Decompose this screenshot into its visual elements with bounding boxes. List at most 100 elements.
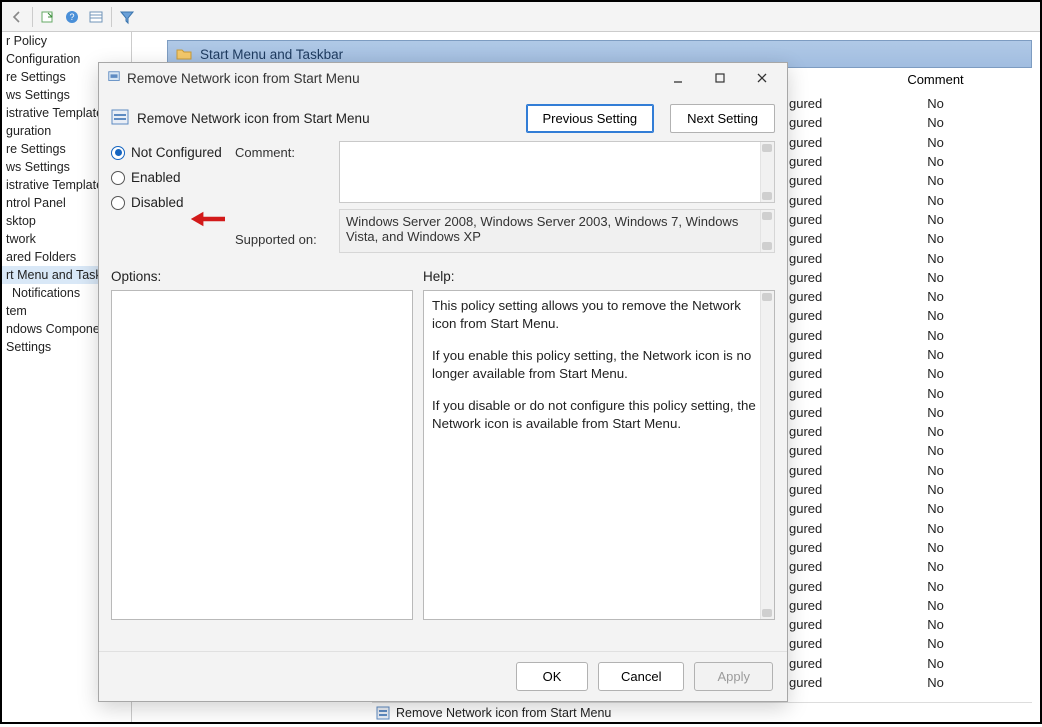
- help-paragraph: If you enable this policy setting, the N…: [432, 347, 756, 383]
- table-row[interactable]: guredNo: [787, 615, 1032, 634]
- cell-state: gured: [787, 521, 839, 536]
- cell-comment: No: [839, 173, 1032, 188]
- toolbar-help-icon[interactable]: ?: [63, 8, 81, 26]
- cell-comment: No: [839, 443, 1032, 458]
- ok-button[interactable]: OK: [516, 662, 588, 691]
- cell-comment: No: [839, 540, 1032, 555]
- list-rows[interactable]: guredNoguredNoguredNoguredNoguredNogured…: [787, 94, 1032, 698]
- table-row[interactable]: guredNo: [787, 576, 1032, 595]
- table-row[interactable]: guredNo: [787, 248, 1032, 267]
- cell-state: gured: [787, 579, 839, 594]
- table-row[interactable]: guredNo: [787, 596, 1032, 615]
- cell-state: gured: [787, 501, 839, 516]
- cell-state: gured: [787, 463, 839, 478]
- dialog-app-icon: [107, 70, 121, 87]
- cell-comment: No: [839, 308, 1032, 323]
- cell-comment: No: [839, 559, 1032, 574]
- cell-comment: No: [839, 405, 1032, 420]
- table-row[interactable]: guredNo: [787, 654, 1032, 673]
- help-pane[interactable]: This policy setting allows you to remove…: [423, 290, 775, 620]
- next-setting-button[interactable]: Next Setting: [670, 104, 775, 133]
- cell-state: gured: [787, 154, 839, 169]
- tree-item[interactable]: r Policy: [2, 32, 131, 50]
- cell-state: gured: [787, 386, 839, 401]
- table-row[interactable]: guredNo: [787, 229, 1032, 248]
- options-pane[interactable]: [111, 290, 413, 620]
- apply-button[interactable]: Apply: [694, 662, 773, 691]
- dialog-footer: OK Cancel Apply: [99, 651, 787, 701]
- table-row[interactable]: guredNo: [787, 673, 1032, 692]
- cell-comment: No: [839, 579, 1032, 594]
- help-paragraph: This policy setting allows you to remove…: [432, 297, 756, 333]
- toolbar-back-icon[interactable]: [8, 8, 26, 26]
- table-row[interactable]: guredNo: [787, 210, 1032, 229]
- scrollbar[interactable]: [760, 142, 774, 202]
- cancel-button[interactable]: Cancel: [598, 662, 684, 691]
- table-row[interactable]: guredNo: [787, 268, 1032, 287]
- cell-comment: No: [839, 424, 1032, 439]
- table-row[interactable]: guredNo: [787, 461, 1032, 480]
- folder-title: Start Menu and Taskbar: [200, 47, 343, 62]
- maximize-button[interactable]: [699, 65, 741, 91]
- radio-disabled[interactable]: Disabled: [111, 195, 231, 210]
- cell-comment: No: [839, 521, 1032, 536]
- table-row[interactable]: guredNo: [787, 480, 1032, 499]
- radio-label: Disabled: [131, 195, 184, 210]
- table-row[interactable]: guredNo: [787, 499, 1032, 518]
- radio-not-configured[interactable]: Not Configured: [111, 145, 231, 160]
- toolbar-list-icon[interactable]: [87, 8, 105, 26]
- table-row[interactable]: guredNo: [787, 171, 1032, 190]
- cell-state: gured: [787, 598, 839, 613]
- list-column-headers[interactable]: Comment: [787, 72, 1032, 92]
- table-row[interactable]: guredNo: [787, 190, 1032, 209]
- policy-dialog: Remove Network icon from Start Menu Remo…: [98, 62, 788, 702]
- table-row[interactable]: guredNo: [787, 113, 1032, 132]
- cell-state: gured: [787, 115, 839, 130]
- scrollbar[interactable]: [760, 210, 774, 252]
- table-row[interactable]: guredNo: [787, 345, 1032, 364]
- cell-state: gured: [787, 289, 839, 304]
- close-button[interactable]: [741, 65, 783, 91]
- table-row[interactable]: guredNo: [787, 519, 1032, 538]
- cell-state: gured: [787, 656, 839, 671]
- cell-comment: No: [839, 636, 1032, 651]
- table-row[interactable]: guredNo: [787, 538, 1032, 557]
- radio-enabled[interactable]: Enabled: [111, 170, 231, 185]
- column-comment[interactable]: Comment: [839, 72, 1032, 92]
- cell-comment: No: [839, 231, 1032, 246]
- table-row[interactable]: guredNo: [787, 634, 1032, 653]
- previous-setting-button[interactable]: Previous Setting: [526, 104, 655, 133]
- toolbar-filter-icon[interactable]: [118, 8, 136, 26]
- cell-state: gured: [787, 308, 839, 323]
- table-row[interactable]: guredNo: [787, 441, 1032, 460]
- cell-state: gured: [787, 251, 839, 266]
- table-row[interactable]: guredNo: [787, 152, 1032, 171]
- table-row[interactable]: guredNo: [787, 94, 1032, 113]
- comment-textarea[interactable]: [339, 141, 775, 203]
- table-row[interactable]: guredNo: [787, 422, 1032, 441]
- status-bar: Remove Network icon from Start Menu Not …: [372, 702, 1032, 722]
- cell-comment: No: [839, 193, 1032, 208]
- table-row[interactable]: guredNo: [787, 364, 1032, 383]
- table-row[interactable]: guredNo: [787, 133, 1032, 152]
- minimize-button[interactable]: [657, 65, 699, 91]
- table-row[interactable]: guredNo: [787, 326, 1032, 345]
- table-row[interactable]: guredNo: [787, 557, 1032, 576]
- cell-comment: No: [839, 96, 1032, 111]
- scrollbar[interactable]: [760, 291, 774, 619]
- dialog-titlebar[interactable]: Remove Network icon from Start Menu: [99, 63, 787, 93]
- table-row[interactable]: guredNo: [787, 403, 1032, 422]
- cell-comment: No: [839, 482, 1032, 497]
- supported-on-text: Windows Server 2008, Windows Server 2003…: [339, 209, 775, 253]
- table-row[interactable]: guredNo: [787, 383, 1032, 402]
- cell-comment: No: [839, 366, 1032, 381]
- table-row[interactable]: guredNo: [787, 306, 1032, 325]
- radio-button-icon: [111, 171, 125, 185]
- cell-state: gured: [787, 405, 839, 420]
- dialog-body: Not Configured Enabled Disabled Comment:: [99, 141, 787, 651]
- cell-state: gured: [787, 617, 839, 632]
- table-row[interactable]: guredNo: [787, 287, 1032, 306]
- toolbar-export-icon[interactable]: [39, 8, 57, 26]
- folder-icon: [176, 46, 192, 62]
- cell-state: gured: [787, 559, 839, 574]
